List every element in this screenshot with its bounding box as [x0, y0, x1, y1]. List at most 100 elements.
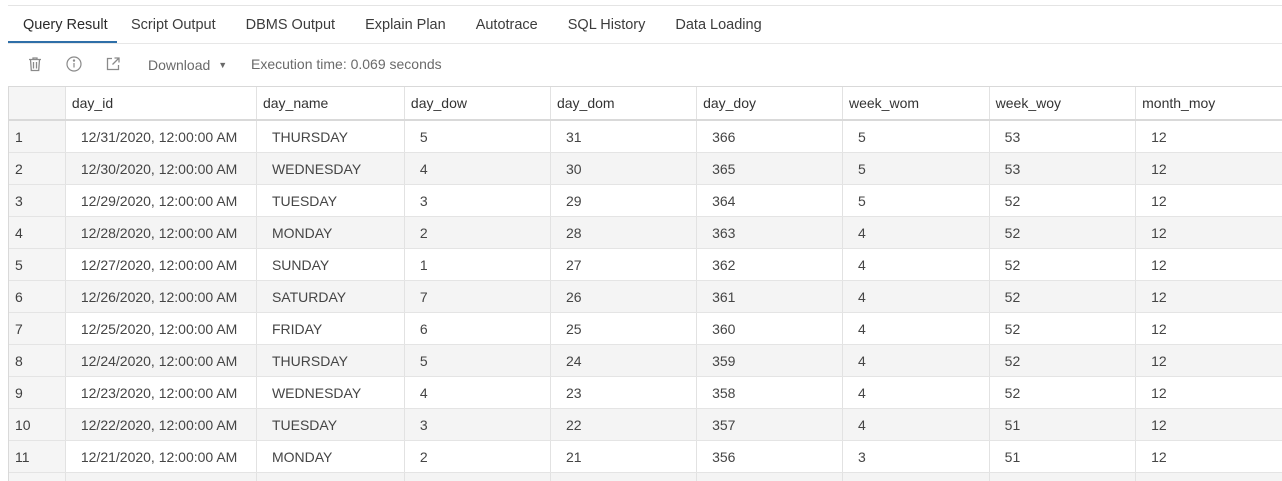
cell-week-wom[interactable]: 3 [842, 441, 989, 473]
tab-data-loading[interactable]: Data Loading [675, 6, 761, 43]
cell-week-woy[interactable]: 52 [989, 217, 1135, 249]
cell-day-doy[interactable]: 366 [697, 120, 843, 153]
cell-month-moy[interactable]: 12 [1136, 345, 1282, 377]
cell-day-dom[interactable]: 21 [550, 441, 696, 473]
cell-week-woy[interactable]: 51 [989, 409, 1135, 441]
cell-day-id[interactable]: 12/21/2020, 12:00:00 AM [65, 441, 256, 473]
cell-day-dom[interactable]: 31 [550, 120, 696, 153]
cell-day-dow[interactable]: 3 [404, 409, 550, 441]
cell-day-name[interactable]: SATURDAY [256, 281, 404, 313]
cell-day-doy[interactable]: 364 [697, 185, 843, 217]
cell-week-woy[interactable]: 52 [989, 377, 1135, 409]
cell-week-woy[interactable]: 52 [989, 249, 1135, 281]
cell-week-woy[interactable]: 52 [989, 345, 1135, 377]
cell-day-id[interactable]: 12/23/2020, 12:00:00 AM [65, 377, 256, 409]
column-header-day-dom[interactable]: day_dom [550, 87, 696, 120]
cell-day-doy[interactable]: 357 [697, 409, 843, 441]
table-row[interactable]: 312/29/2020, 12:00:00 AMTUESDAY329364552… [9, 185, 1282, 217]
column-header-day-doy[interactable]: day_doy [697, 87, 843, 120]
cell-day-id[interactable]: 12/28/2020, 12:00:00 AM [65, 217, 256, 249]
tab-sql-history[interactable]: SQL History [568, 6, 646, 43]
table-row[interactable]: 412/28/2020, 12:00:00 AMMONDAY2283634521… [9, 217, 1282, 249]
tab-explain-plan[interactable]: Explain Plan [365, 6, 446, 43]
cell-day-doy[interactable]: 358 [697, 377, 843, 409]
cell-day-dom[interactable]: 30 [550, 153, 696, 185]
column-header-week-wom[interactable]: week_wom [842, 87, 989, 120]
cell-month-moy[interactable]: 12 [1136, 120, 1282, 153]
cell-day-dom[interactable]: 25 [550, 313, 696, 345]
cell-week-wom[interactable]: 4 [842, 409, 989, 441]
cell-day-dom[interactable]: 24 [550, 345, 696, 377]
cell-day-name[interactable]: FRIDAY [256, 313, 404, 345]
table-row[interactable]: 612/26/2020, 12:00:00 AMSATURDAY72636145… [9, 281, 1282, 313]
cell-day-dow[interactable]: 4 [404, 377, 550, 409]
table-row[interactable]: 812/24/2020, 12:00:00 AMTHURSDAY52435945… [9, 345, 1282, 377]
column-header-month-moy[interactable]: month_moy [1136, 87, 1282, 120]
column-header-day-name[interactable]: day_name [256, 87, 404, 120]
cell-day-name[interactable]: MONDAY [256, 217, 404, 249]
cell-day-doy[interactable]: 361 [697, 281, 843, 313]
cell-week-woy[interactable]: 52 [989, 185, 1135, 217]
table-row[interactable]: 912/23/2020, 12:00:00 AMWEDNESDAY4233584… [9, 377, 1282, 409]
cell-week-woy[interactable]: 53 [989, 120, 1135, 153]
cell-day-doy[interactable]: 356 [697, 441, 843, 473]
cell-day-doy[interactable]: 359 [697, 345, 843, 377]
cell-day-dow[interactable]: 1 [404, 249, 550, 281]
cell-day-dow[interactable]: 6 [404, 313, 550, 345]
trash-icon[interactable] [26, 55, 44, 73]
cell-day-dow[interactable]: 2 [404, 441, 550, 473]
cell-day-dow[interactable]: 3 [404, 185, 550, 217]
table-row[interactable]: 112/31/2020, 12:00:00 AMTHURSDAY53136655… [9, 120, 1282, 153]
cell-week-wom[interactable]: 4 [842, 249, 989, 281]
cell-week-woy[interactable]: 52 [989, 313, 1135, 345]
tab-query-result[interactable]: Query Result [8, 6, 117, 43]
cell-day-dow[interactable]: 5 [404, 345, 550, 377]
cell-day-id[interactable]: 12/30/2020, 12:00:00 AM [65, 153, 256, 185]
cell-month-moy[interactable]: 12 [1136, 185, 1282, 217]
cell-day-doy[interactable]: 363 [697, 217, 843, 249]
cell-day-dow[interactable]: 7 [404, 281, 550, 313]
cell-week-wom[interactable]: 4 [842, 345, 989, 377]
cell-week-woy[interactable]: 51 [989, 441, 1135, 473]
cell-week-woy[interactable]: 53 [989, 153, 1135, 185]
cell-week-wom[interactable]: 4 [842, 281, 989, 313]
cell-month-moy[interactable]: 12 [1136, 441, 1282, 473]
cell-month-moy[interactable]: 12 [1136, 409, 1282, 441]
cell-day-id[interactable]: 12/31/2020, 12:00:00 AM [65, 120, 256, 153]
cell-day-id[interactable]: 12/24/2020, 12:00:00 AM [65, 345, 256, 377]
cell-day-name[interactable]: TUESDAY [256, 185, 404, 217]
cell-week-wom[interactable]: 4 [842, 313, 989, 345]
tab-script-output[interactable]: Script Output [131, 6, 216, 43]
column-header-week-woy[interactable]: week_woy [989, 87, 1135, 120]
tab-dbms-output[interactable]: DBMS Output [246, 6, 335, 43]
cell-week-wom[interactable]: 5 [842, 153, 989, 185]
cell-day-doy[interactable]: 360 [697, 313, 843, 345]
cell-day-dow[interactable]: 4 [404, 153, 550, 185]
cell-day-name[interactable]: SUNDAY [256, 249, 404, 281]
cell-week-wom[interactable]: 4 [842, 217, 989, 249]
cell-week-woy[interactable]: 52 [989, 281, 1135, 313]
cell-day-dom[interactable]: 23 [550, 377, 696, 409]
cell-day-dow[interactable]: 2 [404, 217, 550, 249]
cell-month-moy[interactable]: 12 [1136, 313, 1282, 345]
table-row[interactable]: 1112/21/2020, 12:00:00 AMMONDAY221356351… [9, 441, 1282, 473]
cell-day-doy[interactable]: 365 [697, 153, 843, 185]
cell-day-name[interactable]: WEDNESDAY [256, 377, 404, 409]
cell-month-moy[interactable]: 12 [1136, 153, 1282, 185]
cell-day-id[interactable]: 12/27/2020, 12:00:00 AM [65, 249, 256, 281]
cell-month-moy[interactable]: 12 [1136, 217, 1282, 249]
cell-month-moy[interactable]: 12 [1136, 281, 1282, 313]
cell-day-id[interactable]: 12/26/2020, 12:00:00 AM [65, 281, 256, 313]
cell-day-id[interactable]: 12/29/2020, 12:00:00 AM [65, 185, 256, 217]
cell-month-moy[interactable]: 12 [1136, 377, 1282, 409]
cell-day-name[interactable]: MONDAY [256, 441, 404, 473]
cell-day-id[interactable]: 12/25/2020, 12:00:00 AM [65, 313, 256, 345]
cell-day-dow[interactable]: 5 [404, 120, 550, 153]
tab-autotrace[interactable]: Autotrace [476, 6, 538, 43]
cell-month-moy[interactable]: 12 [1136, 249, 1282, 281]
table-row[interactable]: 712/25/2020, 12:00:00 AMFRIDAY6253604521… [9, 313, 1282, 345]
cell-week-wom[interactable]: 5 [842, 185, 989, 217]
download-button[interactable]: Download▼ [148, 56, 227, 74]
table-row[interactable]: 512/27/2020, 12:00:00 AMSUNDAY1273624521… [9, 249, 1282, 281]
cell-day-doy[interactable]: 362 [697, 249, 843, 281]
